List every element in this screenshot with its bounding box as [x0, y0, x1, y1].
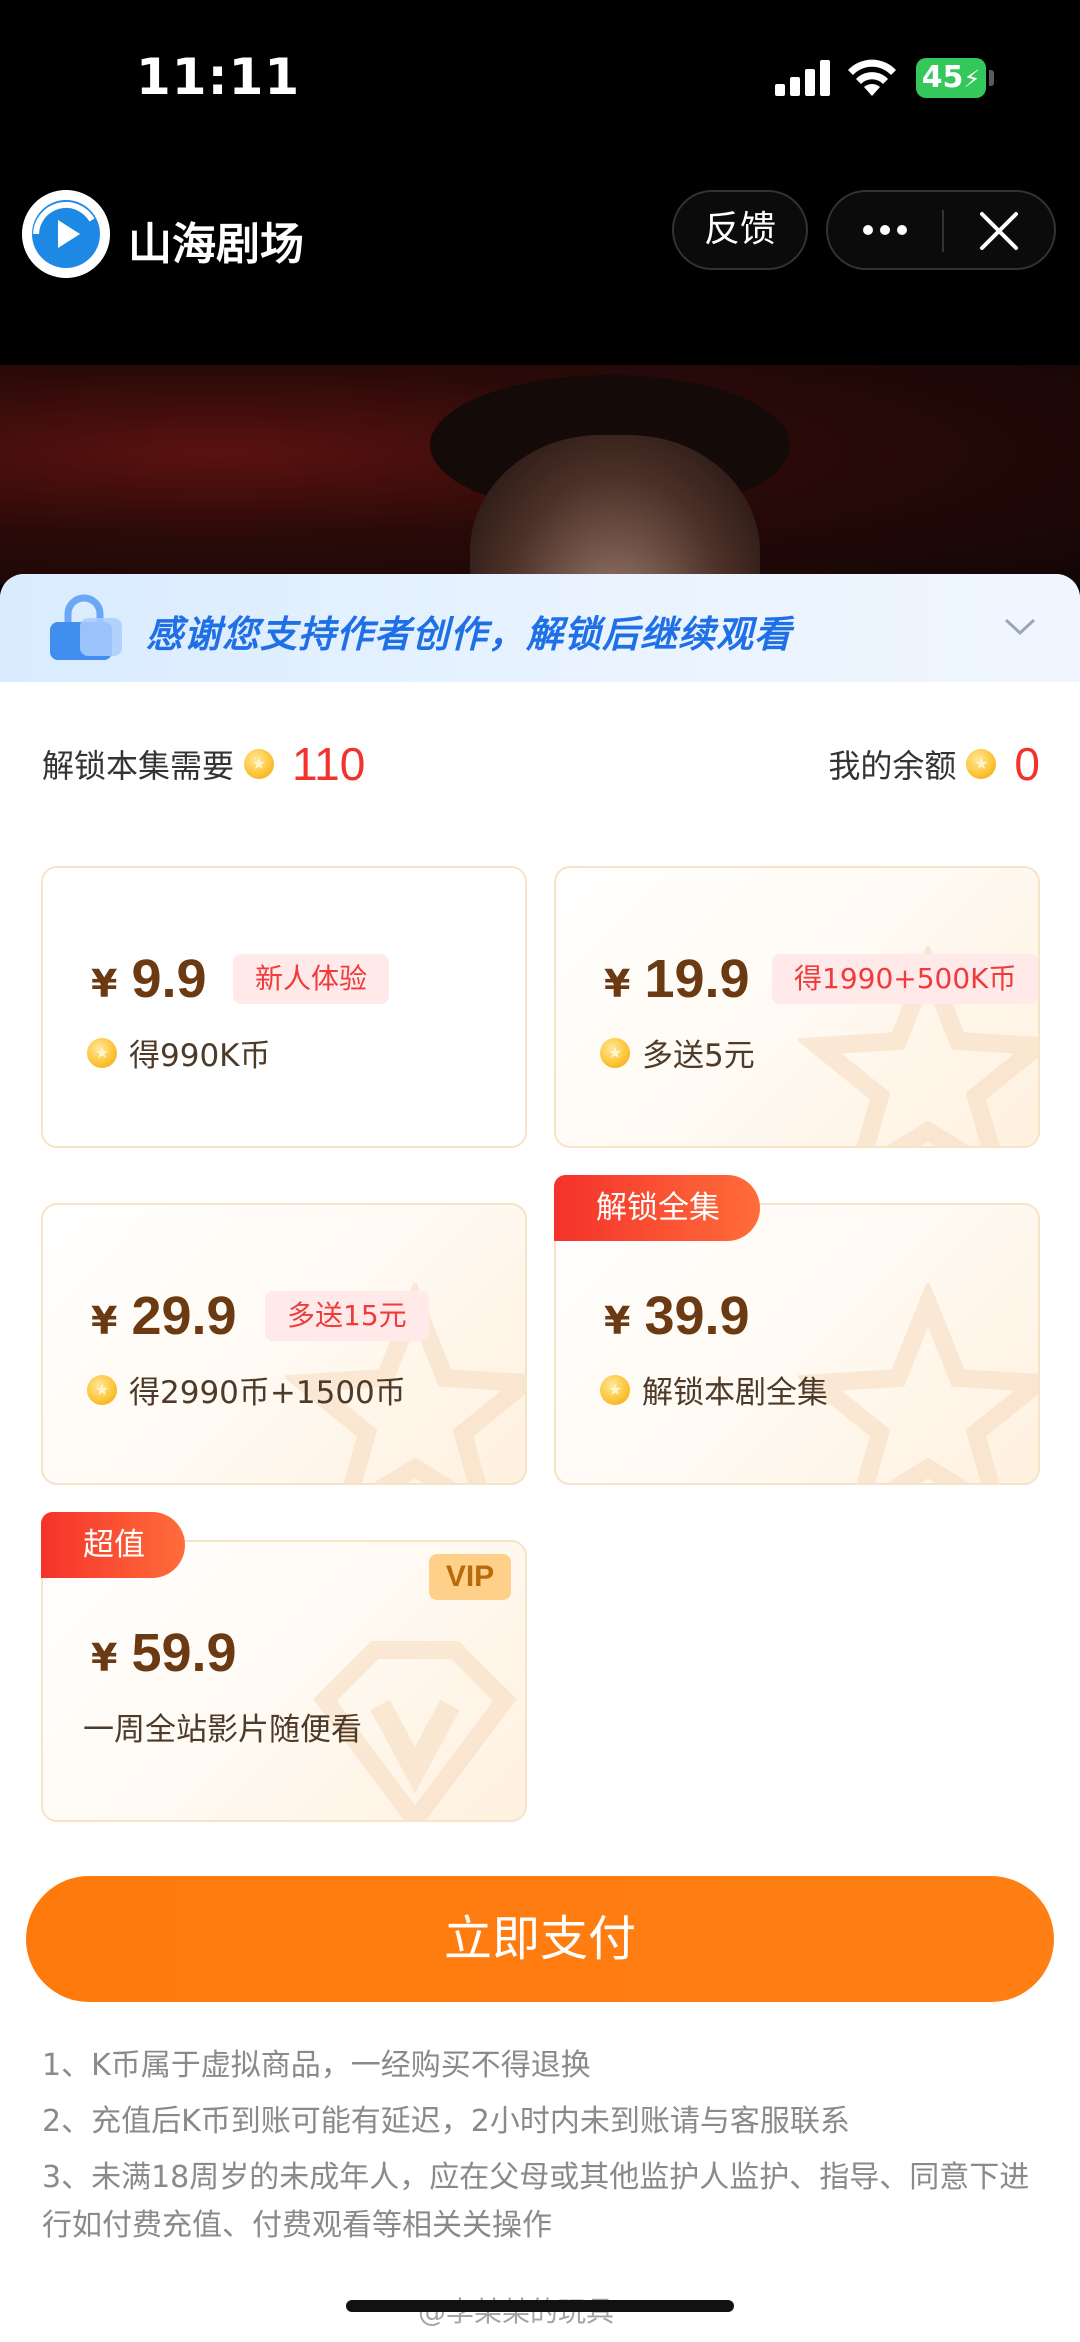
package-desc: 多送5元 — [600, 1030, 755, 1075]
balance-value: 0 — [1014, 738, 1040, 790]
close-icon — [980, 212, 1018, 250]
package-card-vip-59-9[interactable]: 超值 VIP ¥ 59.9 一周全站影片随便看 — [41, 1512, 527, 1822]
app-name: 山海剧场 — [128, 219, 304, 270]
package-desc: 解锁本剧全集 — [600, 1367, 828, 1412]
package-desc-text: 解锁本剧全集 — [642, 1375, 828, 1411]
cellular-signal-icon — [775, 60, 831, 96]
coin-icon — [87, 1037, 117, 1068]
video-background — [0, 365, 1080, 585]
star-watermark-icon — [798, 1283, 1038, 1483]
unlock-cost-row: 解锁本集需要 110 — [42, 734, 365, 794]
package-desc-text: 得2990币+1500币 — [129, 1375, 406, 1411]
price-amount: 19.9 — [644, 949, 750, 1009]
home-indicator[interactable] — [346, 2300, 734, 2312]
coin-icon — [244, 749, 275, 779]
note-3: 3、未满18周岁的未成年人，应在父母或其他监护人监护、指导、同意下进行如付费充值… — [42, 2160, 1030, 2243]
more-dots-icon — [863, 225, 907, 235]
yen-symbol: ¥ — [91, 1636, 118, 1680]
close-button[interactable] — [944, 192, 1054, 268]
package-card-39-9[interactable]: 解锁全集 ¥ 39.9 解锁本剧全集 — [554, 1175, 1040, 1485]
yen-symbol: ¥ — [91, 1299, 118, 1343]
status-bar: 11:11 45⚡ — [0, 0, 1080, 160]
package-badge: 新人体验 — [233, 954, 390, 1004]
price-amount: 39.9 — [644, 1286, 750, 1346]
app-logo-icon — [22, 190, 110, 278]
package-desc: 得2990币+1500币 — [87, 1367, 406, 1412]
yen-symbol: ¥ — [604, 1299, 631, 1343]
package-card-29-9[interactable]: ¥ 29.9 多送15元 得2990币+1500币 — [41, 1203, 527, 1485]
package-price: ¥ 39.9 — [604, 1285, 750, 1347]
mini-program-capsule — [826, 190, 1056, 270]
package-desc: 得990K币 — [87, 1030, 271, 1075]
lock-icon — [50, 594, 122, 660]
battery-level: 45 — [921, 60, 964, 95]
yen-symbol: ¥ — [91, 962, 118, 1006]
package-card-9-9[interactable]: ¥ 9.9 新人体验 得990K币 — [41, 866, 527, 1148]
coin-icon — [87, 1374, 117, 1405]
pay-now-button[interactable]: 立即支付 — [26, 1876, 1054, 2002]
feedback-button[interactable]: 反馈 — [672, 190, 808, 270]
battery-icon: 45⚡ — [916, 58, 986, 98]
more-button[interactable] — [828, 192, 942, 268]
coin-icon — [600, 1037, 630, 1068]
charging-bolt-icon: ⚡ — [963, 65, 981, 93]
status-time: 11:11 — [136, 48, 301, 106]
package-price: ¥ 9.9 — [91, 948, 207, 1010]
battery-cap — [989, 70, 994, 86]
price-amount: 59.9 — [131, 1623, 237, 1683]
wifi-icon — [848, 59, 896, 96]
package-badge: 得1990+500K币 — [772, 954, 1038, 1004]
note-1: 1、K币属于虚拟商品，一经购买不得退换 — [42, 2048, 591, 2083]
unlock-cost-label: 解锁本集需要 — [42, 747, 235, 785]
banner-text: 感谢您支持作者创作，解锁后继续观看 — [146, 613, 792, 656]
package-desc: 一周全站影片随便看 — [83, 1704, 362, 1749]
vip-badge: VIP — [429, 1554, 511, 1600]
balance-label: 我的余额 — [828, 747, 957, 785]
package-desc-text: 得990K币 — [129, 1038, 271, 1074]
unlock-cost-value: 110 — [292, 738, 366, 790]
package-price: ¥ 59.9 — [91, 1622, 237, 1684]
support-banner: 感谢您支持作者创作，解锁后继续观看 — [0, 574, 1080, 682]
unlock-all-tag: 解锁全集 — [554, 1175, 760, 1241]
package-price: ¥ 19.9 — [604, 948, 750, 1010]
package-badge: 多送15元 — [265, 1291, 429, 1341]
package-desc-text: 多送5元 — [642, 1038, 755, 1074]
unlock-sheet: 感谢您支持作者创作，解锁后继续观看 解锁本集需要 110 我的余额 0 ¥ 9.… — [0, 574, 1080, 2342]
package-card-19-9[interactable]: ¥ 19.9 得1990+500K币 多送5元 — [554, 866, 1040, 1148]
price-amount: 29.9 — [131, 1286, 237, 1346]
note-2: 2、充值后K币到账可能有延迟，2小时内未到账请与客服联系 — [42, 2104, 850, 2139]
super-value-tag: 超值 — [41, 1512, 185, 1578]
package-price: ¥ 29.9 — [91, 1285, 237, 1347]
package-desc-text: 一周全站影片随便看 — [83, 1712, 362, 1748]
yen-symbol: ¥ — [604, 962, 631, 1006]
coin-icon — [600, 1374, 630, 1405]
coin-icon — [966, 749, 997, 779]
balance-row: 我的余额 0 — [828, 734, 1040, 794]
app-header: 山海剧场 反馈 — [0, 160, 1080, 365]
chevron-down-icon[interactable] — [1000, 606, 1040, 646]
price-amount: 9.9 — [131, 949, 207, 1009]
